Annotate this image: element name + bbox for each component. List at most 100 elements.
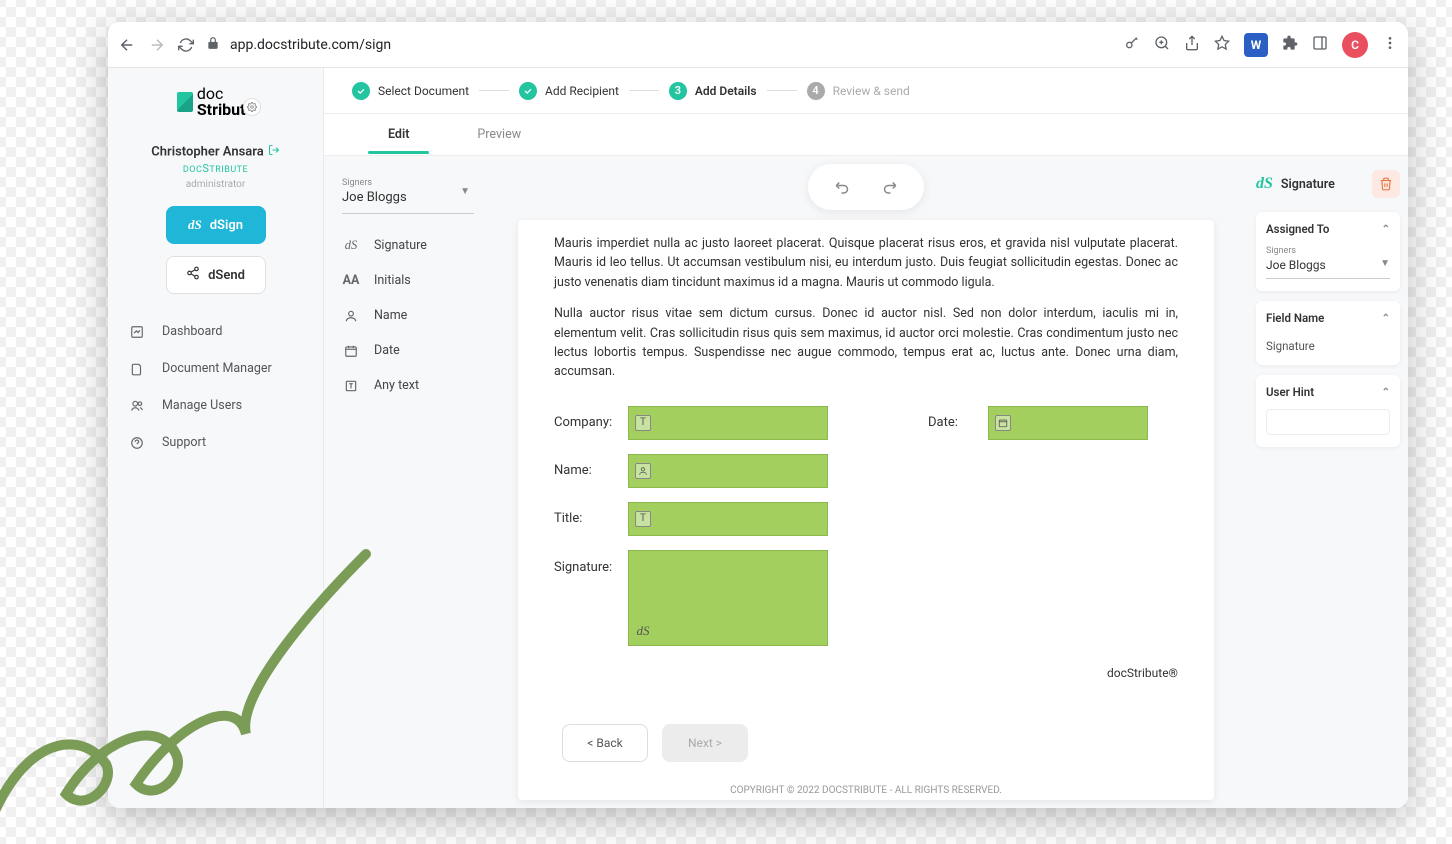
dsend-button[interactable]: dSend bbox=[166, 256, 266, 294]
field-name[interactable] bbox=[628, 454, 828, 488]
chevron-down-icon: ▼ bbox=[1380, 258, 1390, 269]
text-icon bbox=[342, 379, 360, 393]
check-icon bbox=[352, 82, 370, 100]
menu-dots-icon[interactable] bbox=[1382, 35, 1398, 55]
sidebar: docStribute Christopher Ansara docStribu… bbox=[108, 68, 324, 808]
extensions-icon[interactable] bbox=[1282, 35, 1298, 55]
stepper: Select Document Add Recipient 3Add Detai… bbox=[324, 68, 1408, 114]
bottom-nav: < Back Next > bbox=[562, 714, 748, 762]
section-assigned-to: Assigned To⌃ Signers Joe Bloggs▼ bbox=[1256, 212, 1400, 291]
tab-edit[interactable]: Edit bbox=[384, 115, 413, 154]
dsign-button[interactable]: dS dSign bbox=[166, 206, 266, 244]
back-button[interactable]: < Back bbox=[562, 724, 648, 762]
palette-initials[interactable]: AAInitials bbox=[342, 263, 474, 298]
field-company[interactable]: T bbox=[628, 406, 828, 440]
browser-toolbar: app.docstribute.com/sign W C bbox=[108, 22, 1408, 68]
calendar-icon bbox=[342, 344, 360, 358]
document-page[interactable]: Mauris imperdiet nulla ac justo laoreet … bbox=[518, 220, 1214, 800]
section-header[interactable]: Field Name⌃ bbox=[1266, 311, 1390, 325]
label-date: Date: bbox=[928, 413, 988, 433]
users-icon bbox=[128, 399, 146, 413]
undo-button[interactable] bbox=[828, 172, 858, 202]
key-icon[interactable] bbox=[1124, 35, 1140, 55]
field-signature[interactable]: dS bbox=[628, 550, 828, 646]
check-icon bbox=[519, 82, 537, 100]
label-title: Title: bbox=[554, 509, 628, 529]
step-review-send[interactable]: 4Review & send bbox=[807, 82, 910, 100]
text-icon: T bbox=[635, 415, 651, 431]
calendar-icon bbox=[995, 415, 1011, 431]
doc-paragraph: Nulla auctor risus vitae sem dictum curs… bbox=[554, 304, 1178, 382]
chevron-down-icon: ▼ bbox=[460, 186, 470, 197]
assigned-signer-dropdown[interactable]: Signers Joe Bloggs▼ bbox=[1266, 246, 1390, 279]
chevron-up-icon: ⌃ bbox=[1382, 313, 1390, 324]
person-icon bbox=[635, 463, 651, 479]
tabs: Edit Preview bbox=[324, 114, 1408, 156]
logo[interactable]: docStribute bbox=[122, 86, 309, 118]
palette-name[interactable]: Name bbox=[342, 298, 474, 333]
signer-dropdown[interactable]: Signers Joe Bloggs ▼ bbox=[342, 174, 474, 214]
nav-dashboard[interactable]: Dashboard bbox=[122, 316, 309, 347]
panel-icon[interactable] bbox=[1312, 35, 1328, 55]
chevron-up-icon: ⌃ bbox=[1382, 387, 1390, 398]
main: Select Document Add Recipient 3Add Detai… bbox=[324, 68, 1408, 808]
doc-paragraph: Mauris imperdiet nulla ac justo laoreet … bbox=[554, 234, 1178, 292]
person-icon bbox=[342, 309, 360, 323]
profile-avatar[interactable]: C bbox=[1342, 32, 1368, 58]
share-icon bbox=[186, 266, 200, 284]
url-bar[interactable]: app.docstribute.com/sign bbox=[206, 36, 1112, 54]
nav-document-manager[interactable]: Document Manager bbox=[122, 353, 309, 384]
user-hint-input[interactable] bbox=[1266, 409, 1390, 435]
logo-icon bbox=[177, 92, 193, 112]
redo-button[interactable] bbox=[874, 172, 904, 202]
extension-badge[interactable]: W bbox=[1244, 33, 1268, 57]
user-org: docStribute bbox=[122, 162, 309, 175]
signature-icon: dS bbox=[342, 238, 360, 253]
signature-icon: dS bbox=[635, 623, 651, 639]
panel-title: Signature bbox=[1281, 177, 1364, 192]
user-name: Christopher Ansara bbox=[151, 144, 263, 159]
step-add-details[interactable]: 3Add Details bbox=[669, 82, 757, 100]
browser-back-icon[interactable] bbox=[118, 36, 136, 54]
section-field-name: Field Name⌃ Signature bbox=[1256, 301, 1400, 365]
lock-icon bbox=[206, 36, 220, 54]
step-select-document[interactable]: Select Document bbox=[352, 82, 469, 100]
signature-icon: dS bbox=[188, 217, 202, 233]
palette-signature[interactable]: dSSignature bbox=[342, 228, 474, 263]
field-date[interactable] bbox=[988, 406, 1148, 440]
text-icon: T bbox=[635, 511, 651, 527]
section-header[interactable]: User Hint⌃ bbox=[1266, 385, 1390, 399]
logout-icon[interactable] bbox=[268, 144, 280, 160]
palette-any-text[interactable]: Any text bbox=[342, 368, 474, 403]
star-icon[interactable] bbox=[1214, 35, 1230, 55]
url-host: app.docstribute.com bbox=[230, 37, 359, 53]
section-header[interactable]: Assigned To⌃ bbox=[1266, 222, 1390, 236]
field-title[interactable]: T bbox=[628, 502, 828, 536]
zoom-icon[interactable] bbox=[1154, 35, 1170, 55]
support-icon bbox=[128, 436, 146, 450]
chevron-up-icon: ⌃ bbox=[1382, 224, 1390, 235]
field-name-value: Signature bbox=[1266, 335, 1390, 353]
palette-date[interactable]: Date bbox=[342, 333, 474, 368]
step-add-recipient[interactable]: Add Recipient bbox=[519, 82, 619, 100]
user-block: Christopher Ansara docStribute administr… bbox=[122, 144, 309, 190]
browser-forward-icon[interactable] bbox=[148, 36, 166, 54]
nav-manage-users[interactable]: Manage Users bbox=[122, 390, 309, 421]
label-company: Company: bbox=[554, 413, 628, 433]
url-path: /sign bbox=[359, 37, 391, 53]
signature-icon: dS bbox=[1256, 175, 1273, 193]
undo-redo-toolbar bbox=[808, 164, 924, 210]
gear-icon[interactable] bbox=[243, 98, 261, 116]
delete-button[interactable] bbox=[1372, 170, 1400, 198]
user-role: administrator bbox=[122, 179, 309, 190]
label-name: Name: bbox=[554, 461, 628, 481]
browser-reload-icon[interactable] bbox=[178, 37, 194, 53]
initials-icon: AA bbox=[342, 273, 360, 288]
share-icon[interactable] bbox=[1184, 35, 1200, 55]
tab-preview[interactable]: Preview bbox=[473, 115, 525, 154]
nav-support[interactable]: Support bbox=[122, 427, 309, 458]
section-user-hint: User Hint⌃ bbox=[1256, 375, 1400, 447]
copyright: COPYRIGHT © 2022 DOCSTRIBUTE - ALL RIGHT… bbox=[324, 785, 1408, 796]
browser-window: app.docstribute.com/sign W C docStribute… bbox=[108, 22, 1408, 808]
file-icon bbox=[128, 362, 146, 376]
